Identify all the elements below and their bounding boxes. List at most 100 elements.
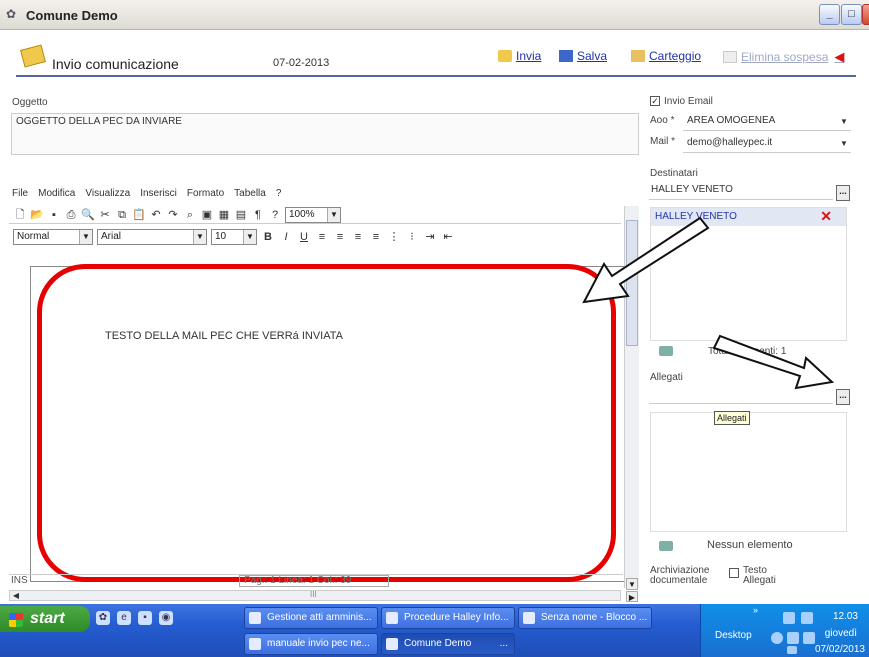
taskbar-item[interactable]: manuale invio pec ne... xyxy=(244,633,378,655)
menu-visualizza[interactable]: Visualizza xyxy=(85,188,130,199)
menu-help[interactable]: ? xyxy=(276,188,282,199)
bullet-list-icon[interactable]: ⁝ xyxy=(405,230,419,244)
shield-icon[interactable]: ▪ xyxy=(138,611,152,625)
new-icon[interactable]: 🗋 xyxy=(13,208,27,222)
chevron-down-icon: ▼ xyxy=(193,230,206,244)
align-left-icon[interactable]: ≡ xyxy=(315,230,329,244)
undo-icon[interactable]: ↶ xyxy=(149,208,163,222)
invia-button[interactable]: Invia xyxy=(498,49,541,63)
menu-modifica[interactable]: Modifica xyxy=(38,188,75,199)
editor-menubar: File Modifica Visualizza Inserisci Forma… xyxy=(12,188,281,199)
outdent-icon[interactable]: ⇤ xyxy=(441,230,455,244)
aoo-select[interactable]: AREA OMOGENEA ▼ xyxy=(683,115,851,131)
field-icon[interactable]: ▤ xyxy=(234,208,248,222)
image-icon[interactable]: ▣ xyxy=(200,208,214,222)
bold-icon[interactable]: B xyxy=(261,230,275,244)
media-icon[interactable]: ◉ xyxy=(159,611,173,625)
desktop-toolbar[interactable]: Desktop xyxy=(715,630,752,641)
aoo-value: AREA OMOGENEA xyxy=(687,115,776,126)
scroll-left-icon[interactable]: ◀ xyxy=(10,590,22,601)
destinatari-input[interactable]: HALLEY VENETO xyxy=(649,184,833,200)
scroll-right-icon[interactable]: ▶ xyxy=(626,591,638,602)
oggetto-label: Oggetto xyxy=(12,97,48,108)
start-button[interactable]: start xyxy=(0,606,90,632)
scrollbar-thumb[interactable] xyxy=(626,220,638,346)
testo-allegati-checkbox[interactable] xyxy=(729,568,739,578)
redo-icon[interactable]: ↷ xyxy=(166,208,180,222)
app-icon xyxy=(386,638,398,650)
editor-vertical-scrollbar[interactable] xyxy=(624,206,639,588)
justify-icon[interactable]: ≡ xyxy=(369,230,383,244)
app-icon xyxy=(386,612,398,624)
preview-icon[interactable]: 🔍 xyxy=(81,208,95,222)
taskbar-item-active[interactable]: Comune Demo... xyxy=(381,633,515,655)
task-label: Gestione atti amminis... xyxy=(267,612,372,623)
start-label: start xyxy=(30,610,65,627)
elimina-sospesa-button[interactable]: Elimina sospesa ◀ xyxy=(723,49,844,65)
format-toolbar: Normal ▼ Arial ▼ 10 ▼ B I U ≡ ≡ ≡ ≡ ⋮ ⁝ … xyxy=(9,227,621,247)
close-button[interactable]: X xyxy=(862,4,869,25)
align-right-icon[interactable]: ≡ xyxy=(351,230,365,244)
copy-icon[interactable]: ⧉ xyxy=(115,208,129,222)
remove-icon[interactable]: ✕ xyxy=(820,209,832,223)
zoom-select[interactable]: 100% ▼ xyxy=(285,206,341,223)
invio-email-checkbox[interactable]: ✓ xyxy=(650,96,660,106)
aoo-label: Aoo * xyxy=(650,115,675,126)
date-label: 07-02-2013 xyxy=(273,57,330,69)
italic-icon[interactable]: I xyxy=(279,230,293,244)
mail-select[interactable]: demo@halleypec.it ▼ xyxy=(683,137,851,153)
find-icon[interactable]: ⌕ xyxy=(183,208,197,222)
indent-icon[interactable]: ⇥ xyxy=(423,230,437,244)
red-arrow-icon: ◀ xyxy=(834,49,845,64)
style-select[interactable]: Normal ▼ xyxy=(13,229,93,245)
align-center-icon[interactable]: ≡ xyxy=(333,230,347,244)
table-icon[interactable]: ▦ xyxy=(217,208,231,222)
underline-icon[interactable]: U xyxy=(297,230,311,244)
save-icon[interactable]: ▪ xyxy=(47,208,61,222)
browser-icon[interactable]: e xyxy=(117,611,131,625)
people-icon[interactable] xyxy=(801,612,813,624)
print-icon[interactable]: ⎙ xyxy=(64,208,78,222)
cut-icon[interactable]: ✂ xyxy=(98,208,112,222)
destinatari-browse-button[interactable]: ... xyxy=(836,185,850,201)
settings-icon[interactable] xyxy=(803,632,815,644)
carteggio-button[interactable]: Carteggio xyxy=(631,49,701,63)
size-select[interactable]: 10 ▼ xyxy=(211,229,257,245)
menu-inserisci[interactable]: Inserisci xyxy=(140,188,177,199)
paste-icon[interactable]: 📋 xyxy=(132,208,146,222)
taskbar-item[interactable]: Procedure Halley Info... xyxy=(381,607,515,629)
allegati-input[interactable] xyxy=(649,388,833,404)
back-icon[interactable] xyxy=(771,632,783,644)
allegati-label: Allegati xyxy=(650,372,683,383)
taskbar-item[interactable]: Gestione atti amminis... xyxy=(244,607,378,629)
allegati-list xyxy=(650,412,847,532)
app-icon: ✿ xyxy=(6,7,17,21)
minimize-button[interactable]: _ xyxy=(819,4,840,25)
taskbar-item[interactable]: Senza nome - Blocco ... xyxy=(518,607,652,629)
clock-day: giovedì xyxy=(824,628,857,639)
tray-chevron[interactable]: » xyxy=(753,605,758,615)
people-icon xyxy=(659,346,673,356)
numbered-list-icon[interactable]: ⋮ xyxy=(387,230,401,244)
salva-button[interactable]: Salva xyxy=(559,49,607,63)
volume-icon[interactable] xyxy=(787,646,797,654)
scroll-down-icon[interactable]: ▼ xyxy=(626,578,638,590)
menu-formato[interactable]: Formato xyxy=(187,188,224,199)
menu-file[interactable]: File xyxy=(12,188,28,199)
menu-tabella[interactable]: Tabella xyxy=(234,188,266,199)
destinatari-list: HALLEY VENETO ✕ xyxy=(650,207,847,341)
envelope-icon xyxy=(20,44,46,68)
list-item[interactable]: HALLEY VENETO ✕ xyxy=(651,208,846,226)
paragraph-icon[interactable]: ¶ xyxy=(251,208,265,222)
app-shortcut-icon[interactable]: ✿ xyxy=(96,611,110,625)
open-icon[interactable]: 📂 xyxy=(30,208,44,222)
oggetto-input[interactable]: OGGETTO DELLA PEC DA INVIARE xyxy=(11,113,639,155)
insert-mode: INS xyxy=(11,575,28,586)
allegati-browse-button[interactable]: ... xyxy=(836,389,850,405)
font-select[interactable]: Arial ▼ xyxy=(97,229,207,245)
network-icon[interactable] xyxy=(783,612,795,624)
maximize-button[interactable]: □ xyxy=(841,4,862,25)
editor-horizontal-scrollbar[interactable]: ◀ III xyxy=(9,590,621,601)
security-icon[interactable] xyxy=(787,632,799,644)
help-icon[interactable]: ? xyxy=(268,208,282,222)
